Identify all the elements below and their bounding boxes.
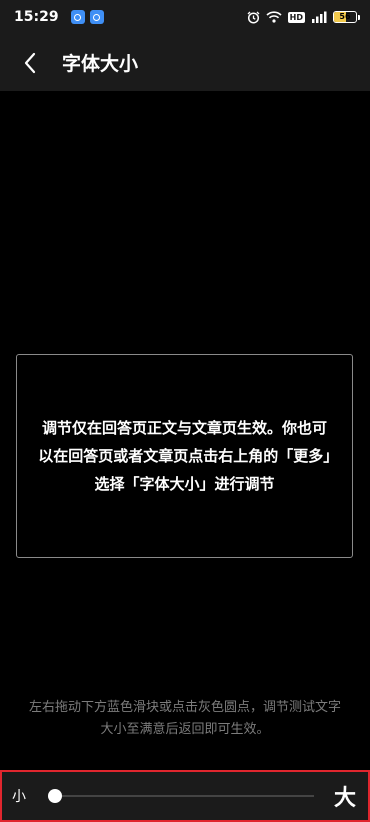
font-size-slider[interactable]	[48, 781, 314, 811]
hd-badge: HD	[287, 11, 305, 23]
preview-text: 调节仅在回答页正文与文章页生效。你也可以在回答页或者文章页点击右上角的「更多」选…	[38, 419, 331, 493]
alarm-icon	[247, 11, 260, 24]
battery-icon: 56	[333, 11, 360, 23]
chevron-left-icon	[24, 52, 36, 73]
slider-thumb[interactable]	[48, 789, 62, 803]
status-indicators: HD 56	[247, 11, 360, 24]
large-size-label: 大	[333, 786, 356, 811]
notification-icons	[70, 10, 104, 24]
font-preview-box: 调节仅在回答页正文与文章页生效。你也可以在回答页或者文章页点击右上角的「更多」选…	[16, 354, 353, 558]
back-button[interactable]	[4, 34, 56, 91]
page-title: 字体大小	[62, 53, 139, 75]
wifi-icon	[266, 11, 282, 23]
font-size-slider-bar: 小 大	[0, 770, 370, 822]
status-bar: 15:29 HD 56	[0, 0, 370, 34]
battery-level: 56	[339, 12, 351, 21]
slider-track[interactable]	[52, 795, 314, 797]
app-bar: 字体大小	[0, 34, 370, 91]
slider-hint-text: 左右拖动下方蓝色滑块或点击灰色圆点，调节测试文字大小至满意后返回即可生效。	[28, 700, 341, 737]
app-notification-icon	[89, 10, 104, 24]
status-time: 15:29	[14, 9, 59, 25]
app-notification-icon	[70, 10, 85, 24]
small-size-label: 小	[12, 789, 26, 805]
signal-icon	[311, 11, 327, 23]
